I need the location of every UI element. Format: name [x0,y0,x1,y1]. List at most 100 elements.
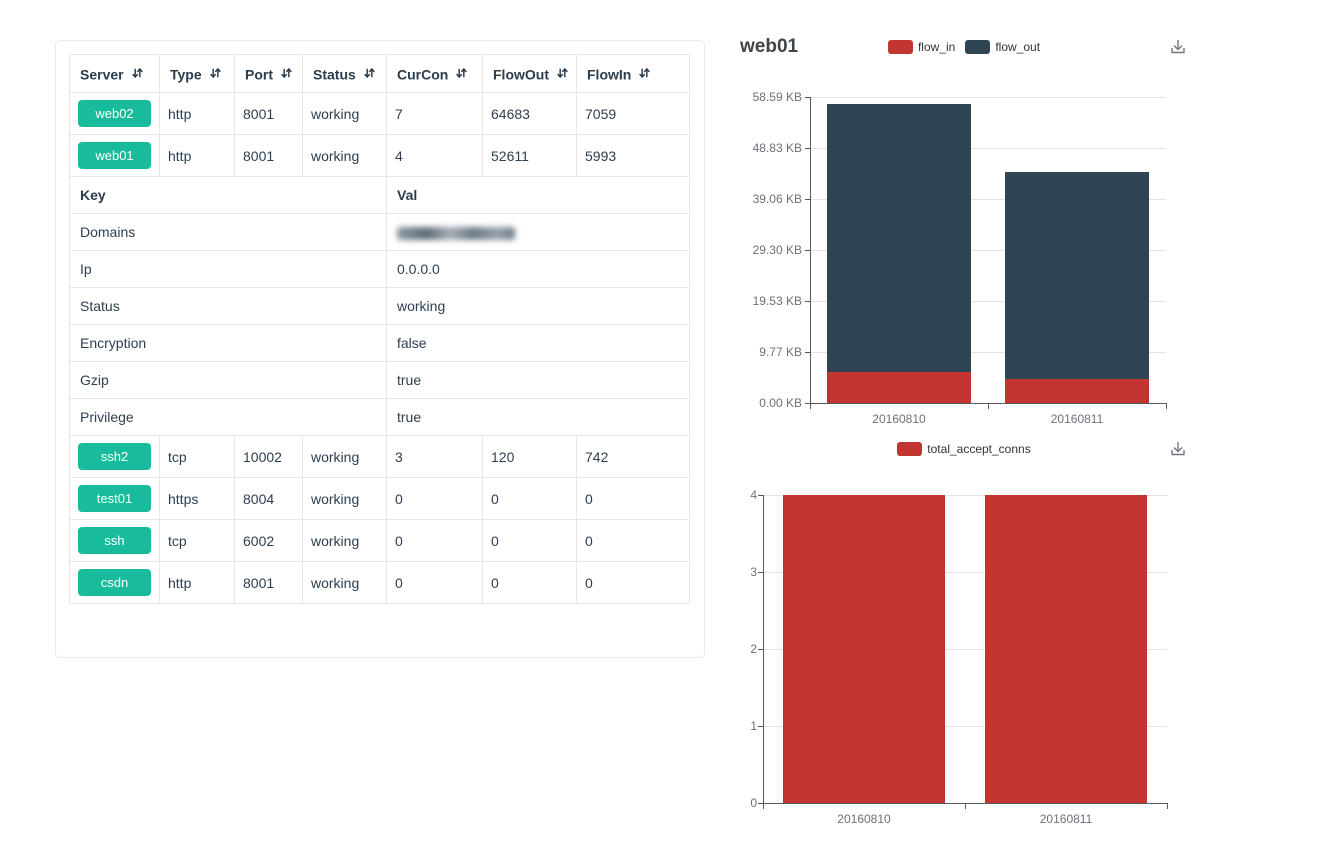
server-table-card: ServerTypePortStatusCurConFlowOutFlowIn … [55,40,705,658]
cell-curcon: 7 [387,93,483,135]
column-header-type[interactable]: Type [160,55,235,93]
cell-type: http [160,93,235,135]
cell-curcon: 3 [387,436,483,478]
save-as-image-icon[interactable] [1166,36,1190,60]
bar-flow_in-20160811 [1005,379,1149,403]
y-tick-label: 0.00 KB [730,396,802,410]
legend-item-total_accept_conns[interactable]: total_accept_conns [897,442,1030,456]
column-header-label: Port [245,66,273,82]
cell-flowout: 0 [483,520,577,562]
cell-flowout: 0 [483,478,577,520]
cell-type: tcp [160,436,235,478]
conns-chart: total_accept_conns 012342016081020160811 [730,432,1210,832]
detail-key: Domains [70,214,387,251]
sort-arrows-icon [363,66,376,80]
detail-key: Status [70,288,387,325]
cell-curcon: 4 [387,135,483,177]
cell-server: csdn [70,562,160,604]
server-badge-csdn[interactable]: csdn [78,569,151,596]
cell-flowin: 742 [577,436,690,478]
detail-row: Statusworking [70,288,690,325]
detail-value: 0.0.0.0 [387,251,690,288]
legend-swatch [965,40,990,54]
legend-item-flow_out[interactable]: flow_out [965,40,1040,54]
table-head: Server Type Port StatusCurCon FlowOut FlowIn [70,55,690,93]
column-header-server[interactable]: Server [70,55,160,93]
column-header-label: FlowIn [587,66,631,82]
cell-curcon: 0 [387,562,483,604]
y-tick-label: 58.59 KB [730,90,802,104]
x-tick-mark [965,803,966,809]
server-badge-web02[interactable]: web02 [78,100,151,127]
legend-label: flow_out [995,40,1040,54]
y-axis-line [763,495,764,803]
detail-value: false [387,325,690,362]
x-axis-label: 20160811 [988,412,1166,426]
cell-server: ssh [70,520,160,562]
column-header-label: Server [80,66,124,82]
cell-server: test01 [70,478,160,520]
cell-status: working [303,562,387,604]
bar-flow_in-20160810 [827,372,971,403]
column-header-status[interactable]: Status [303,55,387,93]
legend-label: flow_in [918,40,955,54]
x-tick-mark [1166,403,1167,409]
legend-label: total_accept_conns [927,442,1030,456]
cell-curcon: 0 [387,520,483,562]
detail-row: Ip0.0.0.0 [70,251,690,288]
detail-row: Privilegetrue [70,399,690,436]
cell-status: working [303,436,387,478]
column-header-flowout[interactable]: FlowOut [483,55,577,93]
server-badge-test01[interactable]: test01 [78,485,151,512]
table-body: web02http8001working7646837059web01http8… [70,93,690,604]
column-header-port[interactable]: Port [235,55,303,93]
server-badge-web01[interactable]: web01 [78,142,151,169]
detail-key: Ip [70,251,387,288]
cell-status: working [303,93,387,135]
server-badge-ssh[interactable]: ssh [78,527,151,554]
sort-arrows-icon [455,66,468,80]
detail-header-row: KeyVal [70,177,690,214]
cell-flowout: 52611 [483,135,577,177]
cell-server: ssh2 [70,436,160,478]
legend-item-flow_in[interactable]: flow_in [888,40,955,54]
cell-flowout: 64683 [483,93,577,135]
y-tick-label: 9.77 KB [730,345,802,359]
legend-swatch [888,40,913,54]
column-header-label: FlowOut [493,66,549,82]
server-table: ServerTypePortStatusCurConFlowOutFlowIn … [69,54,690,604]
cell-server: web02 [70,93,160,135]
flow-chart-legend: flow_in flow_out [730,40,1198,54]
x-tick-mark [988,403,989,409]
y-tick-label: 0 [730,796,757,810]
conns-chart-legend: total_accept_conns [730,442,1198,456]
server-row: ssh2tcp10002working3120742 [70,436,690,478]
y-tick-label: 48.83 KB [730,141,802,155]
y-tick-label: 29.30 KB [730,243,802,257]
y-tick-label: 19.53 KB [730,294,802,308]
column-header-curcon[interactable]: CurCon [387,55,483,93]
x-axis-label: 20160811 [965,812,1167,826]
cell-flowin: 7059 [577,93,690,135]
y-tick-label: 4 [730,488,757,502]
detail-row: Gziptrue [70,362,690,399]
detail-key: Encryption [70,325,387,362]
detail-row: Domains [70,214,690,251]
cell-port: 8001 [235,562,303,604]
column-header-flowin[interactable]: FlowIn [577,55,690,93]
save-as-image-icon[interactable] [1166,438,1190,462]
cell-flowin: 5993 [577,135,690,177]
cell-flowin: 0 [577,562,690,604]
flow-chart: web01 flow_inflow_out 0.00 KB9.77 KB19.5… [730,30,1210,430]
server-row: web02http8001working7646837059 [70,93,690,135]
table-header-row: Server Type Port StatusCurCon FlowOut FlowIn [70,55,690,93]
y-axis-line [810,97,811,403]
cell-port: 6002 [235,520,303,562]
x-tick-mark [763,803,764,809]
detail-value [387,214,690,251]
server-badge-ssh2[interactable]: ssh2 [78,443,151,470]
cell-port: 8004 [235,478,303,520]
cell-status: working [303,135,387,177]
detail-row: Encryptionfalse [70,325,690,362]
bar-total_accept_conns-20160811 [985,495,1147,803]
